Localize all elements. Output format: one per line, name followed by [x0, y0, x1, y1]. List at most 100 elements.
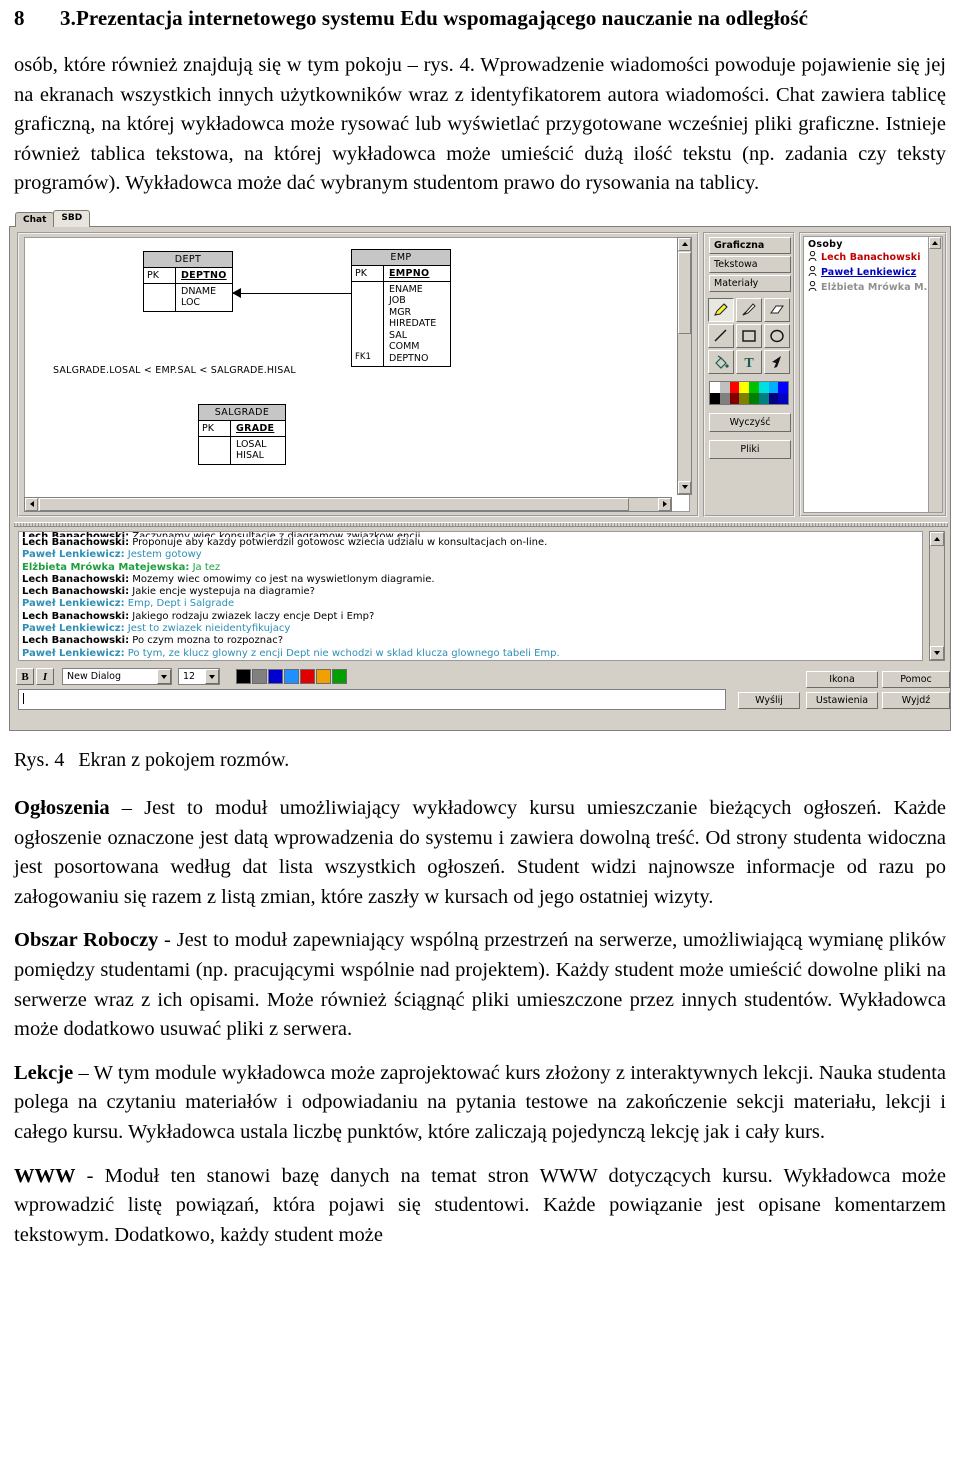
scroll-left-icon[interactable]	[25, 497, 38, 511]
er-table-dept[interactable]: DEPT PK DEPTNO DNAME LOC	[143, 250, 233, 312]
people-list[interactable]: Osoby Lech Banachowski Paweł Lenkiewicz …	[803, 235, 943, 513]
font-size-select[interactable]: 12	[178, 668, 220, 686]
person-name: Paweł Lenkiewicz	[821, 267, 917, 279]
line-tool-icon[interactable]	[708, 323, 734, 348]
scroll-down-icon[interactable]	[678, 480, 691, 494]
chat-text: Po tym, ze klucz glowny z encji Dept nie…	[124, 647, 560, 659]
canvas-vertical-scrollbar[interactable]	[677, 236, 692, 495]
chat-log[interactable]: Lech Banachowski: Zaczynamy wiec konsult…	[18, 530, 923, 661]
palette-swatch[interactable]	[778, 392, 788, 404]
palette-swatch[interactable]	[739, 381, 749, 393]
tab-chat[interactable]: Chat	[15, 211, 55, 227]
chat-line: Paweł Lenkiewicz: Jestem gotowy	[22, 549, 919, 561]
panel-splitter[interactable]	[14, 521, 948, 527]
chevron-down-icon[interactable]	[205, 669, 219, 685]
scroll-down-icon[interactable]	[930, 645, 944, 660]
er-attributes: LOSAL HISAL	[236, 438, 267, 462]
list-item[interactable]: Elżbieta Mrówka M.	[804, 280, 942, 296]
chat-line: Lech Banachowski: Jakiego rodzaju zwiaze…	[22, 611, 919, 623]
select-tool-icon[interactable]	[764, 349, 790, 374]
palette-swatch[interactable]	[729, 392, 740, 404]
exit-button[interactable]: Wyjdź	[882, 691, 950, 709]
app-window: DEPT PK DEPTNO DNAME LOC EMP PK EMPNO FK…	[9, 225, 951, 731]
text-color-swatch[interactable]	[284, 669, 299, 685]
message-input[interactable]	[18, 688, 726, 710]
font-family-select[interactable]: New Dialog	[62, 668, 172, 686]
scroll-up-icon[interactable]	[929, 236, 941, 249]
section-body: – Jest to moduł umożliwiający wykładowcy…	[14, 796, 946, 908]
palette-swatch[interactable]	[768, 381, 779, 393]
person-name: Elżbieta Mrówka M.	[821, 282, 928, 294]
mode-button-graficzna[interactable]: Graficzna	[709, 236, 791, 254]
scroll-up-icon[interactable]	[678, 237, 691, 251]
text-tool-icon[interactable]: T	[736, 349, 762, 374]
chat-author: Paweł Lenkiewicz:	[22, 598, 125, 610]
people-panel-title: Osoby	[808, 238, 843, 250]
page-number: 8	[14, 6, 25, 30]
er-table-title: DEPT	[144, 251, 232, 268]
chat-author: Elżbieta Mrówka Matejewska:	[22, 561, 190, 573]
chat-line: Lech Banachowski: Mozemy wiec omowimy co…	[22, 574, 919, 586]
palette-swatch[interactable]	[719, 392, 730, 404]
palette-swatch[interactable]	[758, 392, 769, 404]
body-bottom: Ogłoszenia – Jest to moduł umożliwiający…	[0, 794, 960, 1250]
bold-button[interactable]: B	[16, 668, 34, 686]
palette-swatch[interactable]	[749, 381, 759, 393]
text-color-swatch[interactable]	[252, 669, 267, 685]
tab-sbd[interactable]: SBD	[53, 209, 91, 227]
text-color-swatch[interactable]	[332, 669, 347, 685]
settings-button[interactable]: Ustawienia	[806, 691, 878, 709]
palette-swatch[interactable]	[758, 381, 769, 393]
document-page: 8 3.Prezentacja internetowego systemu Ed…	[0, 0, 960, 1479]
mode-button-materialy[interactable]: Materiały	[709, 274, 791, 292]
scroll-up-icon[interactable]	[930, 531, 944, 546]
people-scrollbar[interactable]	[928, 236, 942, 512]
files-button[interactable]: Pliki	[709, 439, 791, 459]
rectangle-tool-icon[interactable]	[736, 323, 762, 348]
figure-caption: Rys. 4 Ekran z pokojem rozmów.	[0, 747, 960, 774]
chat-text: Emp, Dept i Salgrade	[124, 598, 235, 610]
chat-author: Lech Banachowski:	[22, 610, 130, 622]
er-table-salgrade[interactable]: SALGRADE PK GRADE LOSAL HISAL	[198, 403, 286, 465]
highlighter-tool-icon[interactable]	[708, 297, 734, 322]
chevron-down-icon[interactable]	[157, 669, 171, 685]
palette-swatch[interactable]	[719, 381, 730, 393]
icon-button[interactable]: Ikona	[806, 670, 878, 688]
scroll-thumb[interactable]	[39, 497, 629, 511]
text-color-swatch[interactable]	[316, 669, 331, 685]
mode-button-tekstowa[interactable]: Tekstowa	[709, 255, 791, 273]
list-item[interactable]: Paweł Lenkiewicz	[804, 265, 942, 281]
clear-canvas-button[interactable]: Wyczyść	[709, 412, 791, 432]
text-color-swatch[interactable]	[236, 669, 251, 685]
user-icon	[808, 250, 817, 266]
palette-swatch[interactable]	[739, 392, 749, 404]
chat-log-scrollbar[interactable]	[929, 530, 945, 661]
help-button[interactable]: Pomoc	[882, 670, 950, 688]
canvas-horizontal-scrollbar[interactable]	[24, 496, 672, 512]
er-table-emp[interactable]: EMP PK EMPNO FK1 ENAME JOB MGR HIREDATE …	[351, 248, 451, 368]
whiteboard-canvas[interactable]: DEPT PK DEPTNO DNAME LOC EMP PK EMPNO FK…	[24, 236, 690, 512]
palette-swatch[interactable]	[710, 381, 720, 393]
send-button[interactable]: Wyślij	[738, 691, 800, 709]
er-pk-row: PK EMPNO	[352, 265, 450, 282]
text-color-swatch[interactable]	[268, 669, 283, 685]
user-icon	[808, 265, 817, 281]
text-color-swatch[interactable]	[300, 669, 315, 685]
eraser-tool-icon[interactable]	[764, 297, 790, 322]
chat-text: Proponuje aby kazdy potwierdzil gotowosc…	[129, 536, 548, 548]
palette-swatch[interactable]	[778, 381, 788, 393]
palette-swatch[interactable]	[768, 392, 779, 404]
text-color-palette	[236, 669, 348, 685]
palette-swatch[interactable]	[710, 392, 720, 404]
list-item[interactable]: Lech Banachowski	[804, 250, 942, 266]
italic-button[interactable]: I	[36, 668, 54, 686]
palette-swatch[interactable]	[749, 392, 759, 404]
scroll-right-icon[interactable]	[658, 497, 671, 511]
ellipse-tool-icon[interactable]	[764, 323, 790, 348]
scroll-thumb[interactable]	[678, 251, 691, 334]
fill-tool-icon[interactable]	[708, 349, 734, 374]
brush-tool-icon[interactable]	[736, 297, 762, 322]
chat-text: Jakie encje wystepuja na diagramie?	[129, 586, 315, 598]
palette-swatch[interactable]	[729, 381, 740, 393]
color-palette[interactable]	[709, 380, 789, 405]
